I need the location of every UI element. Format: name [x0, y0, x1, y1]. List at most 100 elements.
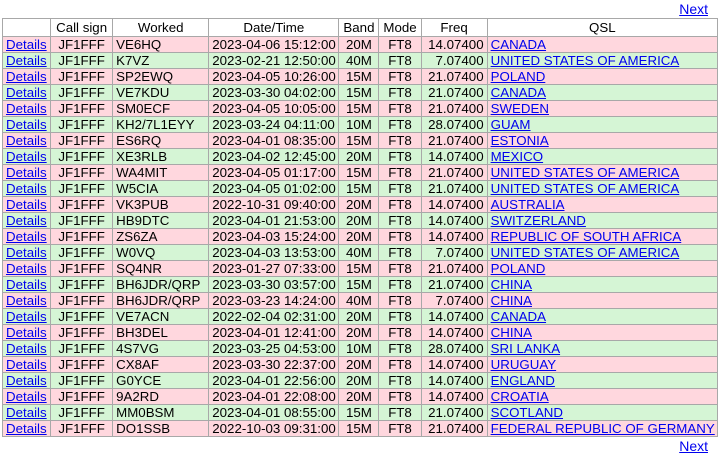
worked-cell: VE7KDU: [112, 84, 210, 101]
worked-cell: SP2EWQ: [112, 68, 210, 85]
mode-cell: FT8: [378, 36, 422, 53]
qsl-country-link[interactable]: UNITED STATES OF AMERICA: [491, 54, 680, 68]
date-time-cell: 2023-03-24 04:11:00: [208, 116, 340, 133]
call-sign-cell: JF1FFF: [50, 212, 114, 229]
freq-cell: 21.07400: [420, 180, 488, 197]
freq-cell: 21.07400: [420, 404, 488, 421]
details-link[interactable]: Details: [6, 246, 47, 260]
qsl-country-link[interactable]: UNITED STATES OF AMERICA: [491, 166, 680, 180]
details-cell: Details: [1, 116, 52, 133]
details-link[interactable]: Details: [6, 326, 47, 340]
details-link[interactable]: Details: [6, 262, 47, 276]
details-link[interactable]: Details: [6, 38, 47, 52]
qsl-country-link[interactable]: CANADA: [491, 38, 546, 52]
qsl-cell: CHINA: [486, 292, 718, 309]
qsl-country-link[interactable]: CHINA: [491, 278, 532, 292]
details-link[interactable]: Details: [6, 310, 47, 324]
details-link[interactable]: Details: [6, 166, 47, 180]
details-link[interactable]: Details: [6, 86, 47, 100]
qsl-country-link[interactable]: GUAM: [491, 118, 531, 132]
details-link[interactable]: Details: [6, 134, 47, 148]
band-cell: 40M: [338, 244, 380, 261]
qsl-country-link[interactable]: ENGLAND: [491, 374, 555, 388]
worked-cell: CX8AF: [112, 356, 210, 373]
qsl-country-link[interactable]: SWEDEN: [491, 102, 549, 116]
mode-cell: FT8: [378, 276, 422, 293]
table-row: Details JF1FFF 9A2RD 2023-04-01 22:08:00 20M…: [1, 388, 718, 405]
details-link[interactable]: Details: [6, 102, 47, 116]
date-time-cell: 2023-03-30 22:37:00: [208, 356, 340, 373]
details-link[interactable]: Details: [6, 278, 47, 292]
mode-cell: FT8: [378, 52, 422, 69]
details-link[interactable]: Details: [6, 182, 47, 196]
mode-cell: FT8: [378, 116, 422, 133]
header-details: [1, 18, 52, 37]
mode-cell: FT8: [378, 372, 422, 389]
qsl-country-link[interactable]: UNITED STATES OF AMERICA: [491, 182, 680, 196]
details-link[interactable]: Details: [6, 374, 47, 388]
band-cell: 15M: [338, 420, 380, 437]
details-link[interactable]: Details: [6, 230, 47, 244]
details-link[interactable]: Details: [6, 214, 47, 228]
qsl-country-link[interactable]: SCOTLAND: [491, 406, 563, 420]
details-link[interactable]: Details: [6, 342, 47, 356]
header-qsl: QSL: [486, 18, 718, 37]
qsl-country-link[interactable]: UNITED STATES OF AMERICA: [491, 246, 680, 260]
date-time-cell: 2023-04-01 22:56:00: [208, 372, 340, 389]
qsl-country-link[interactable]: CHINA: [491, 326, 532, 340]
call-sign-cell: JF1FFF: [50, 260, 114, 277]
qsl-country-link[interactable]: POLAND: [491, 70, 546, 84]
date-time-cell: 2023-04-05 01:02:00: [208, 180, 340, 197]
call-sign-cell: JF1FFF: [50, 340, 114, 357]
details-link[interactable]: Details: [6, 54, 47, 68]
qsl-country-link[interactable]: AUSTRALIA: [491, 198, 565, 212]
qsl-country-link[interactable]: CHINA: [491, 294, 532, 308]
next-link-bottom[interactable]: Next: [679, 438, 708, 454]
details-cell: Details: [1, 324, 52, 341]
qsl-country-link[interactable]: REPUBLIC OF SOUTH AFRICA: [491, 230, 682, 244]
qsl-country-link[interactable]: CANADA: [491, 310, 546, 324]
band-cell: 15M: [338, 132, 380, 149]
freq-cell: 28.07400: [420, 340, 488, 357]
header-worked: Worked: [112, 18, 210, 37]
qsl-country-link[interactable]: MEXICO: [491, 150, 543, 164]
table-row: Details JF1FFF BH6JDR/QRP 2023-03-23 14:24:…: [1, 292, 718, 309]
header-freq: Freq: [420, 18, 488, 37]
qso-table: Call sign Worked Date/Time Band Mode Fre…: [1, 18, 718, 437]
next-link-top[interactable]: Next: [679, 1, 708, 17]
table-row: Details JF1FFF CX8AF 2023-03-30 22:37:00 20M…: [1, 356, 718, 373]
qsl-country-link[interactable]: SWITZERLAND: [491, 214, 586, 228]
details-link[interactable]: Details: [6, 406, 47, 420]
worked-cell: SM0ECF: [112, 100, 210, 117]
mode-cell: FT8: [378, 196, 422, 213]
details-link[interactable]: Details: [6, 294, 47, 308]
details-link[interactable]: Details: [6, 150, 47, 164]
details-link[interactable]: Details: [6, 198, 47, 212]
qsl-country-link[interactable]: CANADA: [491, 86, 546, 100]
details-link[interactable]: Details: [6, 70, 47, 84]
qsl-cell: UNITED STATES OF AMERICA: [486, 180, 718, 197]
qsl-country-link[interactable]: SRI LANKA: [491, 342, 560, 356]
worked-cell: VE7ACN: [112, 308, 210, 325]
date-time-cell: 2023-04-01 08:55:00: [208, 404, 340, 421]
qsl-country-link[interactable]: URUGUAY: [491, 358, 557, 372]
details-link[interactable]: Details: [6, 390, 47, 404]
qsl-country-link[interactable]: FEDERAL REPUBLIC OF GERMANY: [491, 422, 715, 436]
mode-cell: FT8: [378, 244, 422, 261]
details-cell: Details: [1, 244, 52, 261]
qsl-country-link[interactable]: CROATIA: [491, 390, 549, 404]
qsl-country-link[interactable]: ESTONIA: [491, 134, 549, 148]
table-row: Details JF1FFF VK3PUB 2022-10-31 09:40:00 20…: [1, 196, 718, 213]
call-sign-cell: JF1FFF: [50, 324, 114, 341]
qsl-country-link[interactable]: POLAND: [491, 262, 546, 276]
worked-cell: ZS6ZA: [112, 228, 210, 245]
freq-cell: 7.07400: [420, 52, 488, 69]
details-link[interactable]: Details: [6, 422, 47, 436]
header-band: Band: [338, 18, 380, 37]
details-link[interactable]: Details: [6, 358, 47, 372]
details-cell: Details: [1, 212, 52, 229]
details-link[interactable]: Details: [6, 118, 47, 132]
worked-cell: KH2/7L1EYY: [112, 116, 210, 133]
details-cell: Details: [1, 372, 52, 389]
mode-cell: FT8: [378, 292, 422, 309]
